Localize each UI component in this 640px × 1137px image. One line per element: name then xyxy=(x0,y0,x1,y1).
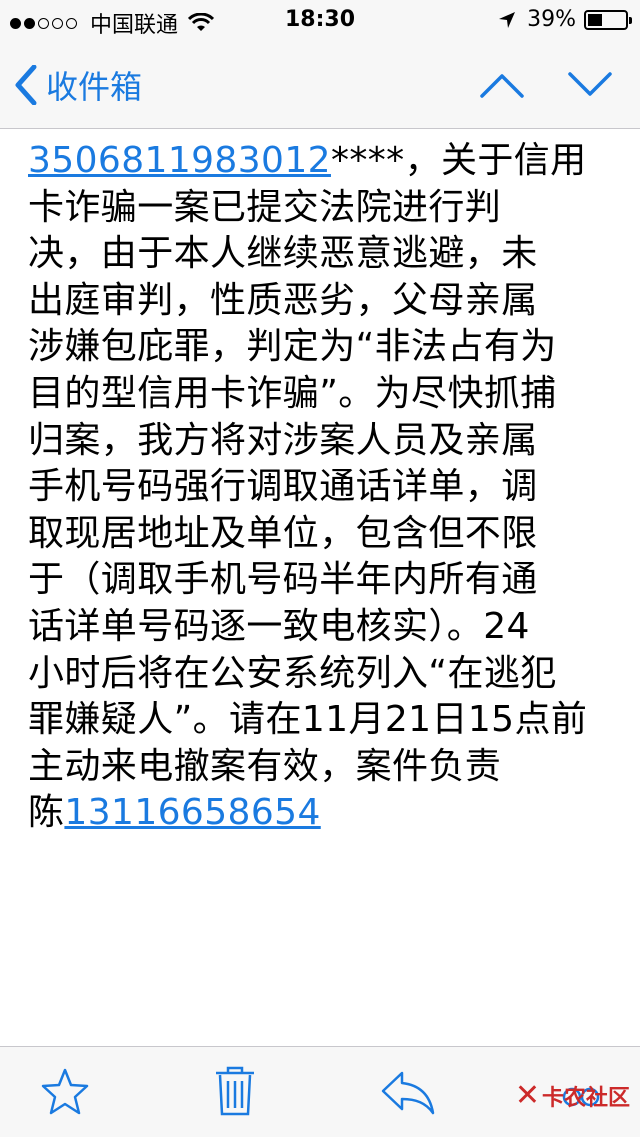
watermark-logo: ✕ 卡农社区 xyxy=(514,1078,630,1113)
message-line: 主动来电撤案有效，案件负责 xyxy=(28,745,502,787)
message-line: 取现居地址及单位，包含但不限 xyxy=(28,512,538,554)
battery-icon xyxy=(584,9,632,30)
message-line: 涉嫌包庇罪，判定为“非法占有为 xyxy=(28,326,557,368)
message-line: 归案，我方将对涉案人员及亲属 xyxy=(28,419,538,461)
reply-icon[interactable] xyxy=(380,1069,436,1115)
message-body: 3506811983012****，关于信用 卡诈骗一案已提交法院进行判 决，由… xyxy=(28,138,628,837)
message-line: 决，由于本人继续恶意逃避，未 xyxy=(28,233,538,275)
chevron-left-icon xyxy=(15,65,37,105)
chevron-up-icon[interactable] xyxy=(478,64,526,104)
message-line: 目的型信用卡诈骗”。为尽快抓捕 xyxy=(28,372,557,414)
back-button[interactable]: 收件箱 xyxy=(14,62,142,108)
message-line: 于（调取手机号码半年内所有通 xyxy=(28,559,538,601)
trash-icon[interactable] xyxy=(214,1065,256,1117)
message-line: 小时后将在公安系统列入“在逃犯 xyxy=(28,652,557,694)
message-line: 卡诈骗一案已提交法院进行判 xyxy=(28,186,502,228)
message-line: 陈13116658654 xyxy=(28,792,321,834)
message-line: 手机号码强行调取通话详单，调 xyxy=(28,466,538,508)
message-line: 出庭审判，性质恶劣，父母亲属 xyxy=(28,279,538,321)
chevron-down-icon[interactable] xyxy=(566,64,614,104)
battery-percent: 39% xyxy=(527,7,576,32)
message-line: 罪嫌疑人”。请在11月21日15点前 xyxy=(28,699,588,741)
message-line: 话详单号码逐一致电核实）。24 xyxy=(28,605,530,647)
battery-fill xyxy=(588,13,602,26)
reference-number-link[interactable]: 3506811983012 xyxy=(28,140,331,181)
status-bar: 中国联通 18:30 39% xyxy=(0,0,640,40)
location-arrow-icon xyxy=(499,11,516,28)
phone-number-link[interactable]: 13116658654 xyxy=(64,792,320,833)
back-button-label: 收件箱 xyxy=(46,68,143,106)
navigation-bar: 收件箱 xyxy=(0,40,640,129)
watermark-x-icon: ✕ xyxy=(514,1078,540,1113)
status-right: 39% xyxy=(497,7,632,32)
message-line: 3506811983012****，关于信用 xyxy=(28,140,587,181)
star-icon[interactable] xyxy=(40,1067,90,1117)
